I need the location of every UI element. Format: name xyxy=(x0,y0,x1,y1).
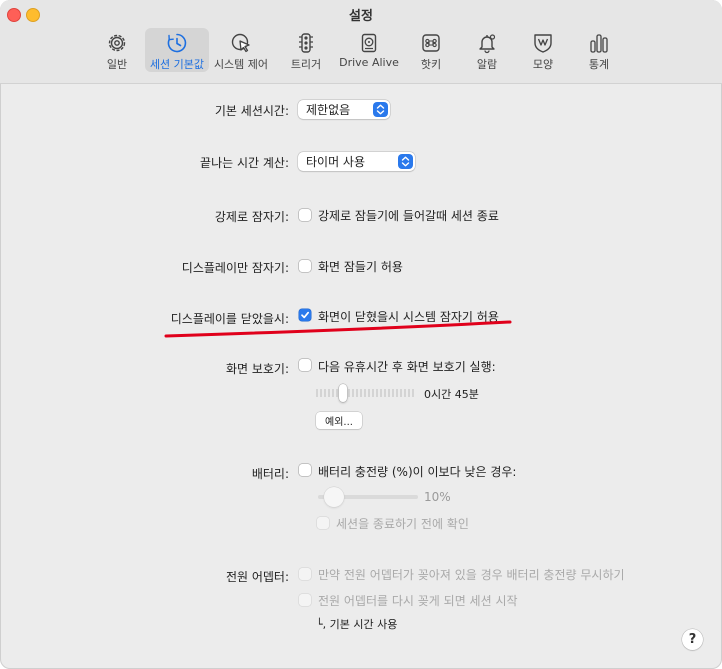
start-on-plug-checkbox-label[interactable]: 전원 어뎁터를 다시 꽂게 되면 세션 시작 xyxy=(318,592,518,609)
tab-label: 트리거 xyxy=(290,58,322,71)
default-session-value: 제한없음 xyxy=(306,103,351,117)
tab-alarms[interactable]: 알람 xyxy=(469,28,505,72)
start-on-plug-checkbox[interactable] xyxy=(299,594,311,606)
tab-triggers[interactable]: 트리거 xyxy=(288,28,324,72)
tab-session-defaults[interactable]: 세션 기본값 xyxy=(145,28,209,72)
display-sleep-checkbox-label[interactable]: 화면 잠들기 허용 xyxy=(318,258,403,275)
tab-system-control[interactable]: 시스템 제어 xyxy=(212,28,270,72)
confirm-end-checkbox[interactable] xyxy=(317,517,329,529)
tab-label: 알람 xyxy=(476,58,498,71)
battery-slider-value: 10% xyxy=(424,490,451,504)
display-sleep-label: 디스플레이만 잠자기: xyxy=(181,261,289,275)
tab-label: Drive Alive xyxy=(339,56,399,69)
tab-label: 통계 xyxy=(588,58,610,71)
power-adapter-label: 전원 어뎁터: xyxy=(225,570,289,584)
screensaver-slider-value: 0시간 45분 xyxy=(424,388,479,401)
end-time-calc-popup[interactable]: 타이머 사용 xyxy=(298,152,415,171)
end-time-calc-label: 끝나는 시간 계산: xyxy=(200,156,289,170)
chevron-updown-icon xyxy=(373,102,388,117)
command-key-icon xyxy=(422,34,440,52)
tab-label: 핫키 xyxy=(420,58,442,71)
help-icon: ? xyxy=(688,632,697,647)
bar-chart-icon xyxy=(590,34,608,53)
battery-checkbox-label[interactable]: 배터리 충전량 (%)이 이보다 낮은 경우: xyxy=(318,463,516,480)
drive-icon xyxy=(361,33,377,53)
tab-statistics[interactable]: 통계 xyxy=(581,28,617,72)
tab-drive-alive[interactable]: Drive Alive xyxy=(338,28,400,72)
display-sleep-checkbox[interactable] xyxy=(299,260,311,272)
traffic-light-icon xyxy=(299,33,313,53)
battery-slider[interactable] xyxy=(318,487,418,507)
window-title: 설정 xyxy=(349,9,373,24)
default-session-popup[interactable]: 제한없음 xyxy=(298,100,390,119)
chevron-updown-icon xyxy=(398,154,413,169)
tab-label: 모양 xyxy=(532,58,554,71)
screensaver-checkbox-label[interactable]: 다음 유휴시간 후 화면 보호기 실행: xyxy=(318,358,496,375)
screensaver-slider[interactable] xyxy=(316,384,416,402)
tab-label: 시스템 제어 xyxy=(213,58,269,71)
screensaver-checkbox[interactable] xyxy=(299,359,311,371)
slider-thumb[interactable] xyxy=(339,384,347,402)
force-sleep-label: 강제로 잠자기: xyxy=(214,210,289,224)
help-button[interactable]: ? xyxy=(682,629,703,650)
default-time-note: └, 기본 시간 사용 xyxy=(316,618,398,631)
tab-label: 세션 기본값 xyxy=(149,58,205,71)
ignore-battery-checkbox-label[interactable]: 만약 전원 어뎁터가 꽂아져 있을 경우 배터리 충전량 무시하기 xyxy=(318,566,625,583)
clock-icon xyxy=(167,33,187,53)
exceptions-button[interactable]: 예외... xyxy=(316,412,362,429)
screensaver-label: 화면 보호기: xyxy=(225,362,289,376)
force-sleep-checkbox-label[interactable]: 강제로 잠들기에 들어갈때 세션 종료 xyxy=(318,207,499,224)
annotation-underline xyxy=(164,320,512,338)
force-sleep-checkbox[interactable] xyxy=(299,209,311,221)
slider-track xyxy=(316,389,414,397)
confirm-end-checkbox-label[interactable]: 세션을 종료하기 전에 확인 xyxy=(336,515,469,532)
ignore-battery-checkbox[interactable] xyxy=(299,568,311,580)
slider-thumb[interactable] xyxy=(324,487,345,507)
shield-icon xyxy=(534,34,552,53)
settings-window: 설정 일반 세션 기본값 시스템 제어 트리거 Drive Alive 핫키 알… xyxy=(0,0,722,669)
end-time-calc-value: 타이머 사용 xyxy=(306,155,366,169)
gear-icon xyxy=(108,34,126,52)
tab-hotkeys[interactable]: 핫키 xyxy=(413,28,449,72)
toolbar: 설정 일반 세션 기본값 시스템 제어 트리거 Drive Alive 핫키 알… xyxy=(0,0,722,84)
tab-appearance[interactable]: 모양 xyxy=(525,28,561,72)
tab-label: 일반 xyxy=(106,58,128,71)
battery-label: 배터리: xyxy=(251,467,289,481)
battery-checkbox[interactable] xyxy=(299,464,311,476)
cursor-icon xyxy=(231,33,250,53)
bell-icon xyxy=(479,34,496,54)
tab-general[interactable]: 일반 xyxy=(99,28,135,72)
default-session-label: 기본 세션시간: xyxy=(214,104,289,118)
